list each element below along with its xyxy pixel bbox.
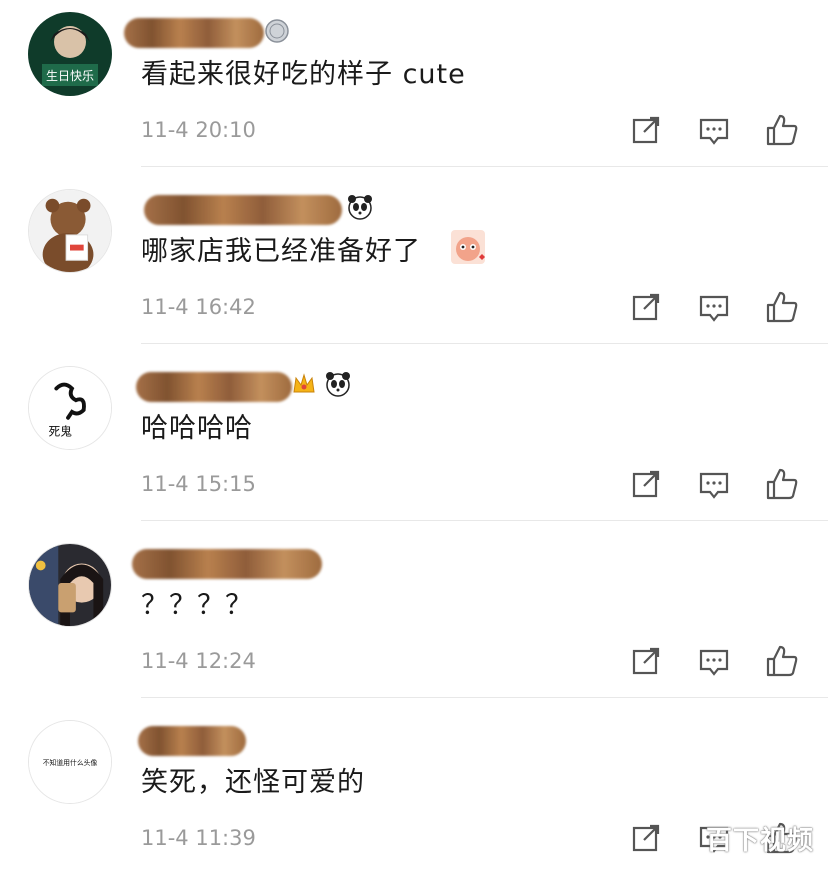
like-icon[interactable] xyxy=(764,112,800,148)
avatar-image xyxy=(29,190,111,272)
avatar-image xyxy=(29,544,111,626)
share-icon[interactable] xyxy=(628,466,664,502)
avatar[interactable]: 死鬼 xyxy=(28,366,112,450)
comment-item: 哪家店我已经准备好了 11-4 16:42 xyxy=(0,177,828,354)
username-blurred[interactable] xyxy=(132,549,322,579)
avatar[interactable] xyxy=(28,189,112,273)
share-icon[interactable] xyxy=(628,289,664,325)
comment-text: 哪家店我已经准备好了 xyxy=(141,236,421,267)
username-blurred[interactable] xyxy=(124,18,264,48)
comment-time: 11-4 12:24 xyxy=(141,649,256,673)
comment-time: 11-4 11:39 xyxy=(141,826,256,850)
username-blurred[interactable] xyxy=(136,372,292,402)
avatar-image: 生日快乐 xyxy=(28,12,112,96)
divider xyxy=(141,343,828,344)
svg-text:不知道用什么头像: 不知道用什么头像 xyxy=(43,758,98,767)
comment-time: 11-4 16:42 xyxy=(141,295,256,319)
comment-icon[interactable] xyxy=(696,289,732,325)
avatar[interactable]: 生日快乐 xyxy=(28,12,112,96)
comment-text: 哈哈哈哈 xyxy=(141,413,253,444)
comment-item: 死鬼 哈哈哈哈 11-4 15:15 xyxy=(0,354,828,531)
share-icon[interactable] xyxy=(628,820,664,856)
comment-text: 笑死，还怪可爱的 xyxy=(141,767,365,798)
svg-text:死鬼: 死鬼 xyxy=(49,424,73,438)
panda-emoji-icon xyxy=(326,372,350,397)
avatar[interactable] xyxy=(28,543,112,627)
share-icon[interactable] xyxy=(628,643,664,679)
comment-item: ？？？？ 11-4 12:24 xyxy=(0,531,828,708)
comment-time: 11-4 20:10 xyxy=(141,118,256,142)
comment-item: 生日快乐 看起来很好吃的样子 cute 11-4 20:10 xyxy=(0,0,828,177)
crown-badge-icon xyxy=(293,373,315,393)
svg-text:生日快乐: 生日快乐 xyxy=(46,69,94,83)
avatar-image: 死鬼 xyxy=(29,367,111,449)
share-icon[interactable] xyxy=(628,112,664,148)
comment-icon[interactable] xyxy=(696,466,732,502)
avatar-image: 不知道用什么头像 xyxy=(29,721,111,803)
divider xyxy=(141,520,828,521)
watermark: 百下视频 xyxy=(705,826,814,856)
divider xyxy=(141,166,828,167)
comment-icon[interactable] xyxy=(696,643,732,679)
username-blurred[interactable] xyxy=(138,726,246,756)
comment-icon[interactable] xyxy=(696,112,732,148)
like-icon[interactable] xyxy=(764,466,800,502)
avatar[interactable]: 不知道用什么头像 xyxy=(28,720,112,804)
medal-badge-icon xyxy=(265,19,289,43)
divider xyxy=(141,697,828,698)
username-blurred[interactable] xyxy=(144,195,342,225)
like-icon[interactable] xyxy=(764,289,800,325)
comment-text: 看起来很好吃的样子 cute xyxy=(141,59,466,90)
like-icon[interactable] xyxy=(764,643,800,679)
comment-item: 不知道用什么头像 笑死，还怪可爱的 11-4 11:39 xyxy=(0,708,828,885)
comment-time: 11-4 15:15 xyxy=(141,472,256,496)
panda-emoji-icon xyxy=(348,195,372,220)
comment-text: ？？？？ xyxy=(141,590,253,621)
emoji-sticker-icon xyxy=(451,230,485,264)
